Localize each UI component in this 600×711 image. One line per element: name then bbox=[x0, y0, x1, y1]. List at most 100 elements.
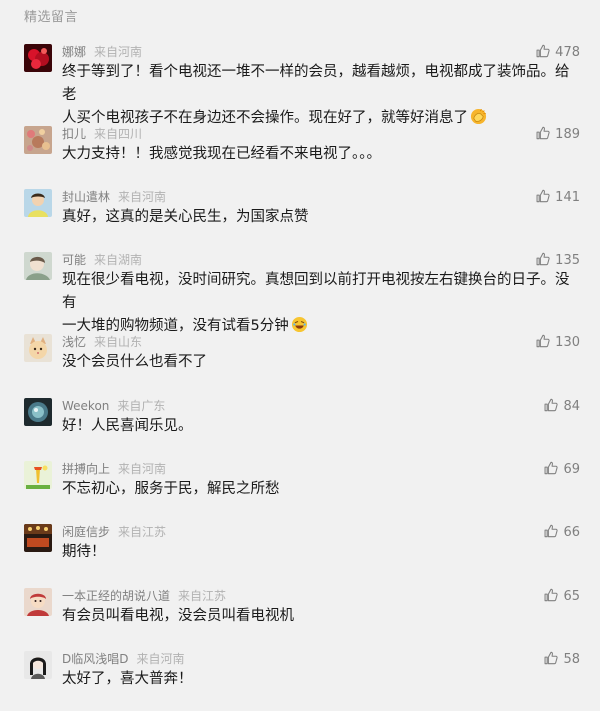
location: 来自江苏 bbox=[118, 525, 167, 539]
avatar[interactable] bbox=[24, 461, 52, 489]
thumbs-up-icon bbox=[544, 461, 559, 475]
location: 来自广东 bbox=[117, 399, 166, 413]
comment-text: 好！人民喜闻乐见。 bbox=[62, 415, 582, 438]
location: 来自湖南 bbox=[94, 253, 143, 267]
location: 来自江苏 bbox=[178, 589, 227, 603]
avatar[interactable] bbox=[24, 524, 52, 552]
avatar[interactable] bbox=[24, 398, 52, 426]
like-button[interactable]: 135 bbox=[536, 252, 580, 268]
comment-text-line: 太好了，喜大普奔！ bbox=[62, 671, 193, 687]
avatar[interactable] bbox=[24, 44, 52, 72]
comment-text: 大力支持！！我感觉我现在已经看不来电视了。。。 bbox=[62, 143, 582, 166]
comment-item: 拼搏向上 来自河南 69 不忘初心，服务于民，解民之所愁 bbox=[0, 461, 600, 521]
nickname[interactable]: 一本正经的胡说八道 bbox=[62, 589, 170, 603]
like-count: 189 bbox=[555, 127, 580, 142]
nickname[interactable]: D临风浅唱D bbox=[62, 652, 128, 666]
location: 来自河南 bbox=[136, 652, 185, 666]
avatar[interactable] bbox=[24, 252, 52, 280]
comment-text-line: 真好，这真的是关心民生，为国家点赞 bbox=[62, 209, 309, 225]
comment-item: 娜娜 来自河南 478 终于等到了！看个电视还一堆不一样的会员，越看越烦，电视都成… bbox=[0, 44, 600, 126]
avatar[interactable] bbox=[24, 334, 52, 362]
location: 来自四川 bbox=[94, 127, 143, 141]
comment-meta: 一本正经的胡说八道 来自江苏 bbox=[62, 588, 226, 604]
comment-text: 太好了，喜大普奔！ bbox=[62, 668, 582, 691]
comment-text-line: 现在很少看电视，没时间研究。真想回到以前打开电视按左右键换台的日子。没有 bbox=[62, 272, 570, 311]
thumbs-up-icon bbox=[536, 252, 550, 266]
clapping-emoji-icon bbox=[470, 108, 487, 125]
comment-text: 终于等到了！看个电视还一堆不一样的会员，越看越烦，电视都成了装饰品。给老 人买个… bbox=[62, 61, 582, 130]
comment-item: Weekon 来自广东 84 好！人民喜闻乐见。 bbox=[0, 398, 600, 458]
comment-item: D临风浅唱D 来自河南 58 太好了，喜大普奔！ bbox=[0, 651, 600, 711]
comment-text-line: 好！人民喜闻乐见。 bbox=[62, 418, 193, 434]
like-button[interactable]: 478 bbox=[536, 44, 580, 60]
thumbs-up-icon bbox=[544, 588, 559, 602]
comment-meta: 封山遣林 来自河南 bbox=[62, 189, 166, 205]
nickname[interactable]: 娜娜 bbox=[62, 45, 86, 59]
nickname[interactable]: Weekon bbox=[62, 399, 109, 413]
avatar[interactable] bbox=[24, 189, 52, 217]
comment-text-line: 没个会员什么也看不了 bbox=[62, 354, 207, 370]
thumbs-up-icon bbox=[536, 189, 550, 203]
like-button[interactable]: 65 bbox=[544, 588, 580, 604]
laughing-emoji-icon bbox=[291, 316, 307, 333]
location: 来自山东 bbox=[94, 335, 143, 349]
like-count: 130 bbox=[555, 335, 580, 350]
comment-text-line: 大力支持！！我感觉我现在已经看不来电视了。。。 bbox=[62, 146, 381, 162]
like-count: 69 bbox=[563, 462, 580, 477]
avatar[interactable] bbox=[24, 588, 52, 616]
comment-text-line: 不忘初心，服务于民，解民之所愁 bbox=[62, 481, 280, 497]
thumbs-up-icon bbox=[544, 524, 559, 538]
location: 来自河南 bbox=[118, 190, 167, 204]
comment-meta: 可能 来自湖南 bbox=[62, 252, 142, 268]
comment-item: 一本正经的胡说八道 来自江苏 65 有会员叫看电视，没会员叫看电视机 bbox=[0, 588, 600, 648]
thumbs-up-icon bbox=[544, 398, 559, 412]
like-button[interactable]: 69 bbox=[544, 461, 580, 477]
like-count: 66 bbox=[563, 525, 580, 540]
avatar[interactable] bbox=[24, 126, 52, 154]
like-button[interactable]: 58 bbox=[544, 651, 580, 667]
location: 来自河南 bbox=[94, 45, 143, 59]
like-count: 135 bbox=[555, 253, 580, 268]
comment-meta: 浅忆 来自山东 bbox=[62, 334, 142, 350]
like-count: 84 bbox=[563, 399, 580, 414]
thumbs-up-icon bbox=[536, 334, 550, 348]
comment-meta: 闲庭信步 来自江苏 bbox=[62, 524, 166, 540]
nickname[interactable]: 封山遣林 bbox=[62, 190, 110, 204]
location: 来自河南 bbox=[118, 462, 167, 476]
comment-item: 封山遣林 来自河南 141 真好，这真的是关心民生，为国家点赞 bbox=[0, 189, 600, 249]
comment-meta: 扣儿 来自四川 bbox=[62, 126, 142, 142]
comment-item: 浅忆 来自山东 130 没个会员什么也看不了 bbox=[0, 334, 600, 394]
comment-text-line: 有会员叫看电视，没会员叫看电视机 bbox=[62, 608, 294, 624]
nickname[interactable]: 闲庭信步 bbox=[62, 525, 110, 539]
nickname[interactable]: 拼搏向上 bbox=[62, 462, 110, 476]
section-title: 精选留言 bbox=[24, 10, 79, 25]
like-count: 478 bbox=[555, 45, 580, 60]
comment-item: 闲庭信步 来自江苏 66 期待！ bbox=[0, 524, 600, 584]
like-button[interactable]: 66 bbox=[544, 524, 580, 540]
nickname[interactable]: 浅忆 bbox=[62, 335, 86, 349]
comment-text-line: 期待！ bbox=[62, 544, 106, 560]
comment-item: 可能 来自湖南 135 现在很少看电视，没时间研究。真想回到以前打开电视按左右键换… bbox=[0, 252, 600, 334]
comment-text-fragment: 一大堆的购物频道，没有试看5分钟 bbox=[62, 318, 289, 334]
comment-text: 有会员叫看电视，没会员叫看电视机 bbox=[62, 605, 582, 628]
comment-meta: 拼搏向上 来自河南 bbox=[62, 461, 166, 477]
comment-meta: D临风浅唱D 来自河南 bbox=[62, 651, 185, 667]
avatar[interactable] bbox=[24, 651, 52, 679]
comments-panel: 精选留言 娜娜 来自河南 478 终于等到了！看个电视还一堆不一样的会员，越看越烦… bbox=[0, 0, 600, 699]
comment-text: 不忘初心，服务于民，解民之所愁 bbox=[62, 478, 582, 501]
comment-text-line: 终于等到了！看个电视还一堆不一样的会员，越看越烦，电视都成了装饰品。给老 bbox=[62, 64, 570, 103]
thumbs-up-icon bbox=[536, 126, 550, 140]
like-button[interactable]: 189 bbox=[536, 126, 580, 142]
like-count: 58 bbox=[563, 652, 580, 667]
comment-text: 期待！ bbox=[62, 541, 582, 564]
like-button[interactable]: 141 bbox=[536, 189, 580, 205]
comment-text-fragment: 人买个电视孩子不在身边还不会操作。现在好了，就等好消息了 bbox=[62, 110, 468, 126]
nickname[interactable]: 可能 bbox=[62, 253, 86, 267]
like-button[interactable]: 130 bbox=[536, 334, 580, 350]
nickname[interactable]: 扣儿 bbox=[62, 127, 86, 141]
like-button[interactable]: 84 bbox=[544, 398, 580, 414]
comment-item: 扣儿 来自四川 189 大力支持！！我感觉我现在已经看不来电视了。。。 bbox=[0, 126, 600, 186]
comment-text: 没个会员什么也看不了 bbox=[62, 351, 582, 374]
comment-text: 真好，这真的是关心民生，为国家点赞 bbox=[62, 206, 582, 229]
thumbs-up-icon bbox=[536, 44, 550, 58]
